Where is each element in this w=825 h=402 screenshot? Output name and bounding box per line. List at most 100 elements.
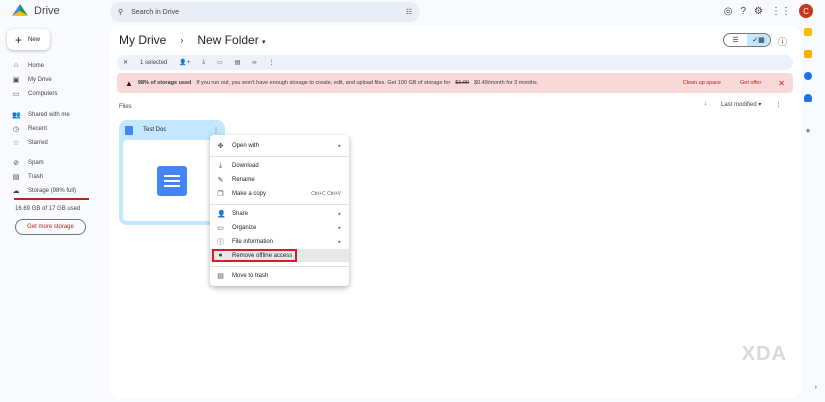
sidebar-item-starred[interactable]: ☆ Starred [12,139,48,147]
file-thumbnail [123,140,221,221]
search-input[interactable]: ⚲ Search in Drive ☷ [110,2,420,22]
apps-grid-icon[interactable]: ⋮⋮ [771,6,791,17]
close-icon[interactable]: ✕ [778,79,785,88]
menu-item-remove-offline-access[interactable]: ● Remove offline access [210,249,349,262]
info-icon: ⓘ [217,238,224,246]
sidebar-item-home[interactable]: ⌂ Home [12,62,44,69]
menu-item-move-to-trash[interactable]: ▤ Move to trash [210,269,349,282]
submenu-arrow-icon: ▸ [338,238,341,245]
breadcrumb-my-drive[interactable]: My Drive [119,33,166,47]
tasks-icon[interactable] [804,72,812,80]
menu-item-organize[interactable]: ▭ Organize ▸ [210,221,349,234]
folder-name: New Folder [197,33,259,47]
menu-item-share[interactable]: 👤 Share ▸ [210,207,349,220]
context-menu: ✥ Open with ▸ ⤓ Download ✎ Rename ❐ Make a co… [210,135,349,286]
plus-icon: + [15,32,23,47]
sort-direction-arrow-icon[interactable]: ↓ [704,101,707,108]
folder-icon: ▭ [217,224,224,232]
move-icon[interactable]: ▭ [217,59,223,66]
more-vert-icon[interactable]: ⋮ [775,101,781,108]
shortcut-hint: Ctrl+C Ctrl+V [311,190,341,197]
storage-used-text: 16.69 GB of 17 GB used [15,206,81,212]
menu-item-open-with[interactable]: ✥ Open with ▸ [210,139,349,152]
offline-status-icon[interactable]: ◎ [724,6,733,17]
sort-dropdown[interactable]: Last modified ▾ [721,101,761,108]
clock-icon: ◷ [12,126,20,133]
sidebar-item-storage[interactable]: ☁ Storage (98% full) [12,187,77,195]
drive-icon: ▣ [12,77,20,84]
link-icon[interactable]: ∞ [252,60,256,66]
sidebar-item-recent[interactable]: ◷ Recent [12,125,47,133]
selection-toolbar: ✕ 1 selected 👤+ ⤓ ▭ ▤ ∞ ⋮ [117,55,793,70]
storage-bar [14,198,89,200]
files-heading: Files [119,104,132,110]
open-with-icon: ✥ [217,142,224,150]
sidebar-item-computers[interactable]: ▭ Computers [12,90,58,98]
caret-down-icon: ▾ [262,39,266,46]
view-toggle[interactable]: ☰ ✓▦ [723,33,771,47]
doc-icon [125,125,133,135]
grid-view-icon[interactable]: ✓▦ [747,34,770,46]
download-icon[interactable]: ⤓ [202,59,205,66]
submenu-arrow-icon: ▸ [338,142,341,149]
clean-up-space-link[interactable]: Clean up space [683,80,721,86]
download-icon: ⤓ [218,161,223,169]
more-vert-icon[interactable]: ⋮ [213,127,219,134]
menu-item-rename[interactable]: ✎ Rename [210,173,349,186]
trash-icon[interactable]: ▤ [235,59,241,66]
calendar-icon[interactable] [804,28,812,36]
sort-controls: ↓ Last modified ▾ ⋮ [704,101,781,108]
drive-logo-icon [12,4,28,16]
side-panel: + [804,28,812,136]
more-vert-icon[interactable]: ⋮ [269,59,275,66]
banner-old-price: $1.99 [455,80,470,86]
cloud-icon: ☁ [12,188,20,195]
menu-item-make-copy[interactable]: ❐ Make a copy Ctrl+C Ctrl+V [210,187,349,200]
menu-item-download[interactable]: ⤓ Download [210,159,349,172]
submenu-arrow-icon: ▸ [338,210,341,217]
menu-item-file-information[interactable]: ⓘ File information ▸ [210,235,349,248]
keep-icon[interactable] [804,50,812,58]
share-icon[interactable]: 👤+ [179,59,190,66]
sidebar-item-shared[interactable]: 👥 Shared with me [12,111,70,119]
get-more-storage-button[interactable]: Get more storage [15,219,86,235]
settings-gear-icon[interactable]: ⚙ [754,6,763,17]
search-options-icon[interactable]: ☷ [406,8,412,16]
clear-selection-close-icon[interactable]: ✕ [123,59,128,66]
list-view-icon[interactable]: ☰ [724,34,747,46]
new-button[interactable]: + New [7,29,50,50]
banner-title: 98% of storage used [137,80,192,86]
help-icon[interactable]: ? [740,6,746,17]
warning-icon: ▲ [125,78,133,88]
copy-icon: ❐ [217,190,224,198]
trash-icon: ▤ [12,174,20,181]
search-icon: ⚲ [118,9,124,16]
details-info-icon[interactable]: ⓘ [778,35,787,48]
submenu-arrow-icon: ▸ [338,224,341,231]
banner-new-price: $0.49/month for 3 months. [474,80,539,86]
sidebar-item-trash[interactable]: ▤ Trash [12,173,43,181]
star-icon: ☆ [12,140,20,147]
computer-icon: ▭ [12,91,20,98]
rename-pencil-icon: ✎ [217,176,224,184]
doc-thumbnail-icon [157,165,187,196]
side-panel-toggle-icon[interactable]: › [815,384,817,391]
get-offer-link[interactable]: Get offer [740,80,761,86]
xda-watermark: XDA [741,343,787,365]
avatar[interactable]: C [799,4,813,18]
sidebar-item-my-drive[interactable]: ▣ My Drive [12,76,52,84]
add-addon-plus-icon[interactable]: + [805,126,810,136]
spam-icon: ⊘ [13,160,19,167]
breadcrumb-current-folder[interactable]: New Folder ▾ [197,33,265,47]
breadcrumb: My Drive › New Folder ▾ [119,33,266,47]
search-placeholder: Search in Drive [131,8,179,16]
highlight-box [212,249,297,262]
sort-label: Last modified [721,102,757,108]
breadcrumb-separator: › [180,35,184,45]
sidebar-item-spam[interactable]: ⊘ Spam [12,159,44,167]
storage-warning-banner: ▲ 98% of storage used If you run out, yo… [117,73,793,93]
contacts-icon[interactable] [804,94,812,102]
people-icon: 👥 [12,112,21,119]
share-person-icon: 👤 [217,210,226,218]
drive-logo[interactable]: Drive [12,4,60,18]
